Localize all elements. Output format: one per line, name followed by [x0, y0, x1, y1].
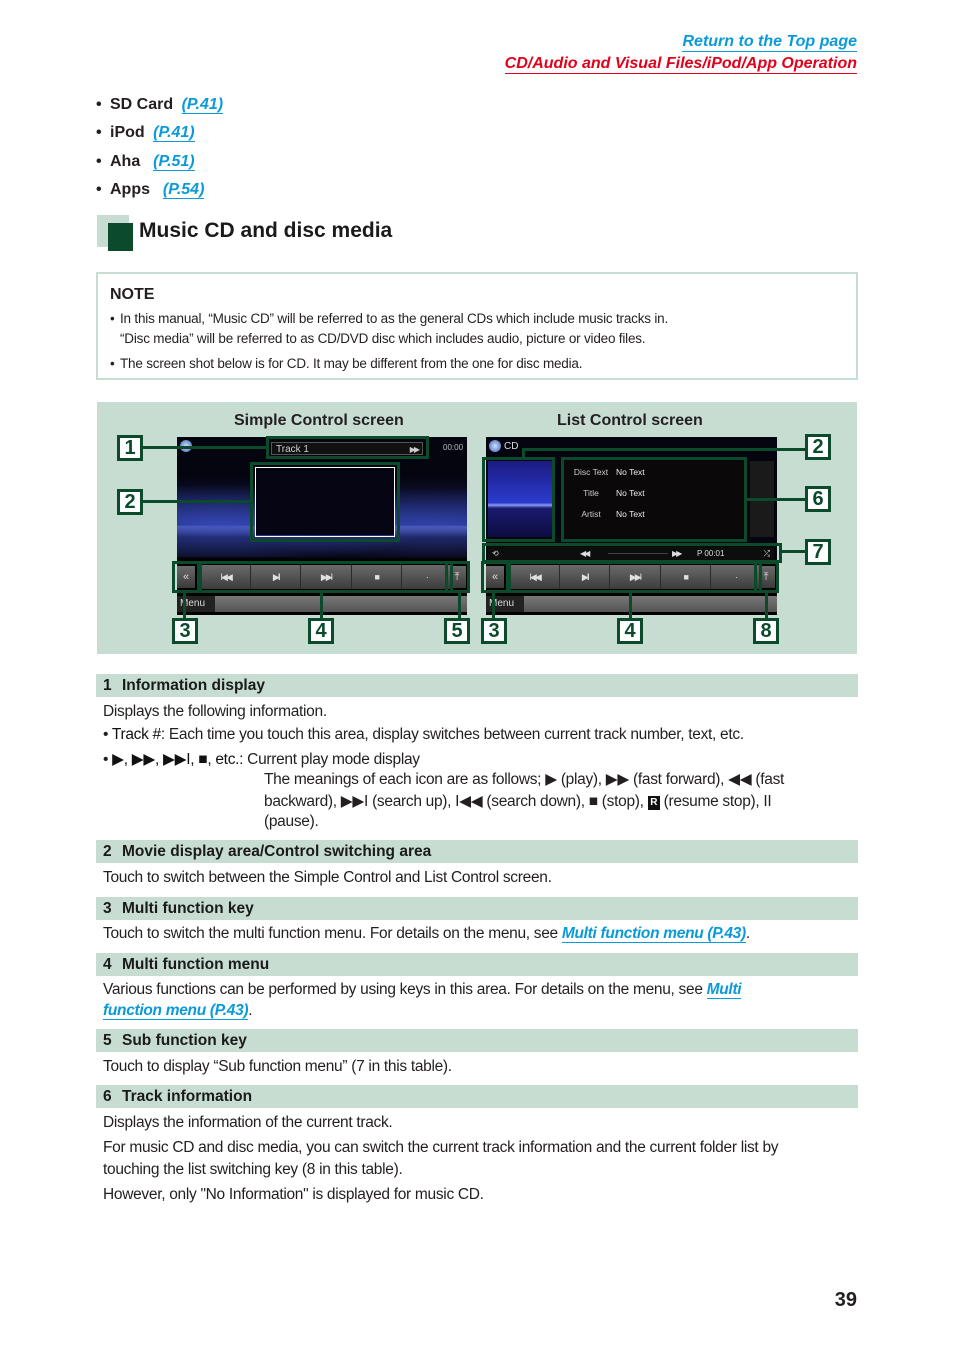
item-text: Displays the following information. [103, 703, 327, 720]
multi-function-menu-link[interactable]: Multi function menu (P.43) [561, 925, 746, 943]
screen-figure: Simple Control screen List Control scree… [97, 402, 857, 654]
item-text: touching the list switching key (8 in th… [103, 1161, 403, 1178]
callout-number-5: 5 [444, 618, 470, 644]
callout-number-3: 3 [481, 618, 507, 644]
item-text: • ▶, ▶▶, ▶▶I, ■, etc.: Current play mode… [103, 751, 420, 768]
note-line: • In this manual, “Music CD” will be refe… [110, 311, 669, 326]
resume-stop-icon: R [647, 796, 660, 810]
multi-function-menu-link[interactable]: function menu (P.43) [103, 1002, 249, 1020]
note-box: NOTE • In this manual, “Music CD” will be… [96, 272, 858, 380]
bullet-label: SD Card [110, 96, 174, 113]
item-header-2: 2 Movie display area/Control switching ar… [96, 840, 858, 863]
note-line: “Disc media” will be referred to as CD/D… [120, 331, 646, 346]
callout-frame-2 [250, 462, 400, 542]
item-header-5: 5 Sub function key [96, 1029, 858, 1052]
play-time: 00:00 [443, 443, 464, 452]
callout-number-4: 4 [617, 618, 643, 644]
list-item: • Aha (P.51) [96, 152, 195, 171]
item-header-3: 3 Multi function key [96, 897, 858, 920]
callout-frame-2 [482, 457, 555, 542]
page-ref-link[interactable]: (P.54) [162, 180, 205, 199]
item-text: However, only "No Information" is displa… [103, 1186, 484, 1203]
callout-frame-7 [482, 543, 782, 563]
simple-control-label: Simple Control screen [234, 412, 404, 429]
bullet-label: Apps [110, 180, 150, 198]
item-text: For music CD and disc media, you can swi… [103, 1139, 779, 1156]
callout-frame-4 [197, 561, 453, 593]
multi-function-menu-link[interactable]: Multi [706, 981, 742, 999]
page-ref-link[interactable]: (P.41) [153, 124, 195, 143]
heading-marker-icon [108, 223, 133, 251]
play-mode-icons: ▶, ▶▶, ▶▶I, ■, etc. [112, 751, 240, 768]
section-title: Music CD and disc media [139, 219, 393, 242]
callout-number-7: 7 [805, 539, 831, 565]
note-line: • The screen shot below is for CD. It may… [110, 356, 583, 371]
bullet-label: Aha [110, 152, 141, 170]
page-ref-link[interactable]: (P.41) [181, 96, 224, 114]
callout-frame-1 [266, 436, 429, 459]
item-header-4: 4 Multi function menu [96, 953, 858, 976]
callout-number-2: 2 [805, 434, 831, 460]
item-text: Touch to display “Sub function menu” (7 … [103, 1058, 452, 1075]
item-text: (pause). [264, 813, 319, 830]
callout-number-8: 8 [753, 618, 779, 644]
item-text: backward), ▶▶I (search up), I◀◀ (search … [264, 793, 772, 810]
callout-number-2: 2 [117, 489, 143, 515]
list-item: • SD Card (P.41) [96, 96, 224, 114]
item-header-6: 6 Track information [96, 1085, 858, 1108]
section-link[interactable]: CD/Audio and Visual Files/iPod/App Opera… [504, 55, 857, 74]
callout-frame-5 [445, 561, 470, 593]
callout-number-3: 3 [172, 618, 198, 644]
item-text: Displays the information of the current … [103, 1114, 393, 1131]
item-text: Touch to switch the multi function menu.… [103, 925, 750, 943]
item-text: Various functions can be performed by us… [103, 981, 742, 999]
item-text: • Track #: Each time you touch this area… [103, 726, 744, 743]
item-text: The meanings of each icon are as follows… [264, 771, 785, 788]
callout-number-4: 4 [308, 618, 334, 644]
callout-frame-6 [561, 457, 747, 542]
bullet-label: iPod [110, 124, 145, 142]
callout-frame-8 [754, 561, 779, 593]
page-ref-link[interactable]: (P.51) [153, 152, 195, 171]
callout-number-6: 6 [805, 486, 831, 512]
return-to-top-link[interactable]: Return to the Top page [682, 33, 857, 52]
media-bullet-list: • SD Card (P.41) • iPod (P.41) • Aha (P.51)… [96, 94, 224, 207]
note-heading: NOTE [110, 286, 155, 303]
list-item: • Apps (P.54) [96, 180, 205, 199]
top-navigation: Return to the Top page CD/Audio and Visu… [504, 31, 857, 75]
item-text: Touch to switch between the Simple Contr… [103, 869, 552, 886]
list-control-label: List Control screen [557, 412, 703, 429]
list-item: • iPod (P.41) [96, 124, 195, 143]
callout-number-1: 1 [117, 435, 143, 461]
source-label: CD [504, 441, 519, 452]
item-header-1: 1 Information display [96, 674, 858, 697]
disc-icon [489, 440, 501, 452]
callout-frame-4 [506, 561, 762, 593]
page-number: 39 [834, 1289, 857, 1311]
item-text: function menu (P.43). [103, 1002, 253, 1020]
